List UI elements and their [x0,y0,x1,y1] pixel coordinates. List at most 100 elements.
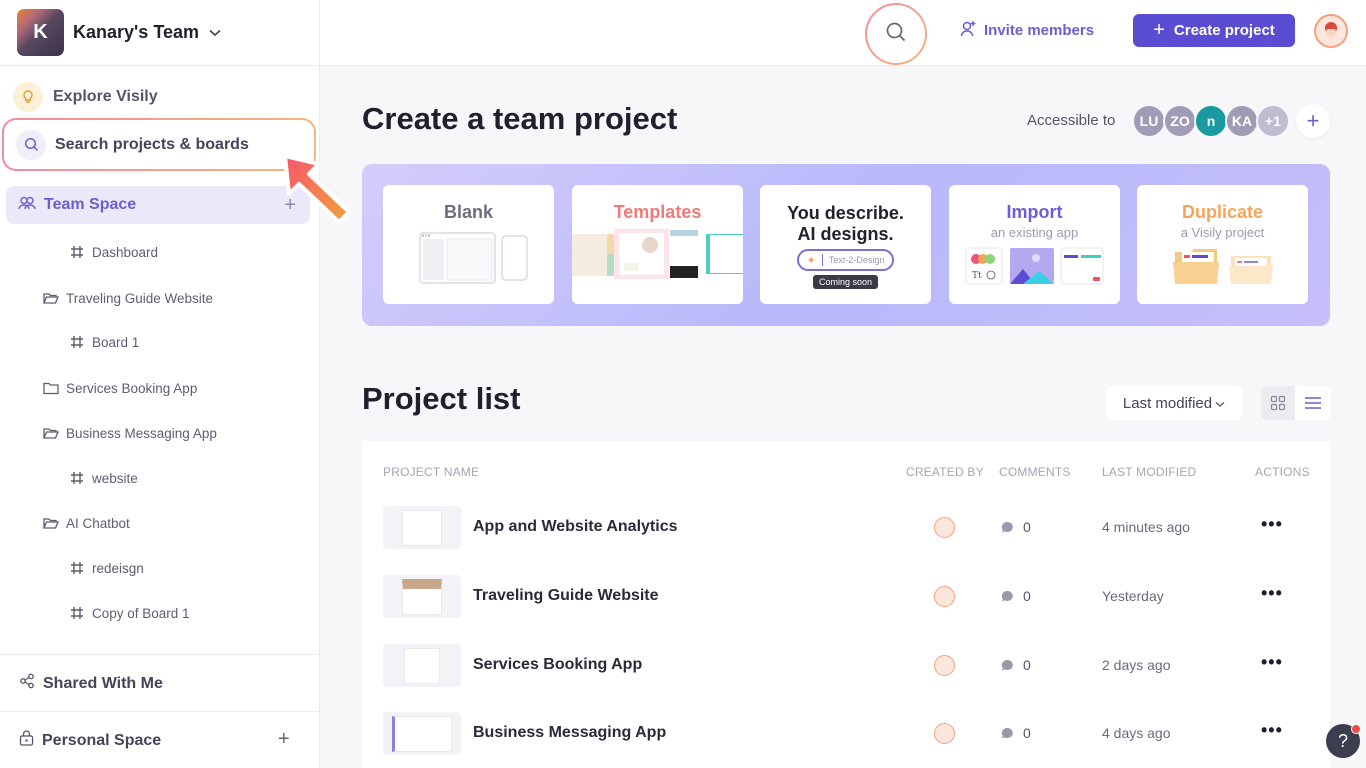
search-icon [16,129,46,160]
tree-item-label: Copy of Board 1 [92,605,190,621]
grid-view-button[interactable] [1261,386,1295,420]
grid-icon [1270,395,1286,411]
tree-item-folder[interactable]: Traveling Guide Website [43,290,213,306]
pointer-arrow-icon [283,154,351,224]
sidebar-item-shared-with-me[interactable]: Shared With Me [19,673,163,694]
ai-design-card[interactable]: You describe. AI designs. ✦ Text-2-Desig… [760,185,931,304]
member-avatar: n [1194,104,1228,138]
tree-item-board[interactable]: website [69,470,138,486]
table-row[interactable]: Business Messaging App 0 4 days ago ••• [362,712,1330,758]
member-avatars[interactable]: LU ZO n KA +1 [1132,104,1290,138]
text-2-design-input: ✦ Text-2-Design [796,249,895,271]
explore-visily-label: Explore Visily [53,88,158,105]
tree-item-board[interactable]: redeisgn [69,560,144,576]
team-switcher[interactable]: K Kanary's Team [0,0,319,66]
project-thumbnail [383,506,461,549]
column-header-created-by[interactable]: CREATED BY [906,465,984,479]
tree-item-label: Services Booking App [66,380,198,396]
board-icon [69,244,85,260]
view-toggle [1261,386,1331,420]
table-row[interactable]: Services Booking App 0 2 days ago ••• [362,644,1330,690]
share-icon [19,673,35,694]
comments-count: 0 [1001,588,1031,604]
tree-item-label: Business Messaging App [66,425,217,441]
project-table: PROJECT NAME CREATED BY COMMENTS LAST MO… [362,441,1330,768]
shared-with-me-label: Shared With Me [43,674,163,692]
tree-item-folder[interactable]: AI Chatbot [43,515,130,531]
global-search-button[interactable] [865,3,927,65]
card-subtitle: an existing app [990,225,1079,240]
add-personal-item-button[interactable]: + [278,728,290,751]
more-actions-button[interactable]: ••• [1261,652,1283,673]
tree-item-board[interactable]: Copy of Board 1 [69,605,190,621]
project-list-title: Project list [362,381,521,416]
table-row[interactable]: App and Website Analytics 0 4 minutes ag… [362,506,1330,552]
create-options-panel: Blank Templates You describe. AI designs… [362,164,1330,326]
folder-open-icon [43,515,59,531]
list-icon [1305,397,1321,409]
board-icon [69,605,85,621]
sort-dropdown[interactable]: Last modified [1106,386,1242,420]
tree-item-folder[interactable]: Business Messaging App [43,425,217,441]
tree-item-board[interactable]: Board 1 [69,334,139,350]
divider [0,711,320,712]
templates-card[interactable]: Templates [572,185,743,304]
project-name[interactable]: App and Website Analytics [473,518,677,536]
card-subtitle: a Visily project [1180,225,1265,240]
comments-count: 0 [1001,519,1031,535]
notification-dot [1351,724,1361,734]
creator-avatar [934,655,955,676]
text-2-design-label: Text-2-Design [828,255,885,265]
tree-item-folder[interactable]: Services Booking App [43,380,197,396]
sidebar-item-team-space[interactable]: Team Space + [6,186,310,224]
avatar-face-icon [1325,22,1337,37]
more-actions-button[interactable]: ••• [1261,514,1283,535]
duplicate-folders-illustration [1172,249,1273,284]
column-header-project-name[interactable]: PROJECT NAME [383,465,479,479]
project-thumbnail [383,644,461,687]
more-actions-button[interactable]: ••• [1261,720,1283,741]
creator-avatar [934,723,955,744]
sort-label: Last modified [1122,394,1213,412]
comment-icon [1001,659,1013,670]
column-header-actions: ACTIONS [1255,465,1310,479]
list-view-button[interactable] [1295,386,1331,420]
user-avatar[interactable] [1314,14,1348,48]
sidebar-item-personal-space[interactable]: Personal Space [19,730,161,751]
comments-count: 0 [1001,657,1031,673]
blank-card[interactable]: Blank [383,185,554,304]
personal-space-label: Personal Space [42,731,162,749]
card-title: Import [1006,202,1063,222]
folder-open-icon [43,290,59,306]
accessible-to-label: Accessible to [1027,112,1116,129]
create-project-button[interactable]: + Create project [1133,14,1295,47]
member-avatar: LU [1132,104,1166,138]
comment-icon [1001,590,1013,601]
invite-members-button[interactable]: Invite members [960,20,1094,41]
project-name[interactable]: Business Messaging App [473,724,666,742]
table-row[interactable]: Traveling Guide Website 0 Yesterday ••• [362,575,1330,621]
comment-icon [1001,521,1013,532]
search-icon [885,21,907,48]
more-actions-button[interactable]: ••• [1261,583,1283,604]
explore-visily-link[interactable]: Explore Visily [0,80,320,114]
comment-count-value: 0 [1023,657,1031,673]
last-modified: 2 days ago [1102,657,1171,673]
tree-item-board[interactable]: Dashboard [69,244,158,260]
card-title: Blank [443,202,494,222]
column-header-comments[interactable]: COMMENTS [999,465,1071,479]
duplicate-card[interactable]: Duplicate a Visily project [1137,185,1308,304]
board-icon [69,560,85,576]
invite-members-label: Invite members [984,22,1095,39]
project-thumbnail [383,575,461,618]
folder-open-icon [43,425,59,441]
project-name[interactable]: Traveling Guide Website [473,587,659,605]
search-projects-input[interactable]: Search projects & boards [2,118,316,171]
comment-count-value: 0 [1023,725,1031,741]
project-name[interactable]: Services Booking App [473,656,642,674]
column-header-last-modified[interactable]: LAST MODIFIED [1102,465,1196,479]
import-card[interactable]: Import an existing app Tt [949,185,1120,304]
add-access-button[interactable]: + [1296,104,1330,138]
project-thumbnail [383,712,461,755]
tree-item-label: redeisgn [92,560,144,576]
